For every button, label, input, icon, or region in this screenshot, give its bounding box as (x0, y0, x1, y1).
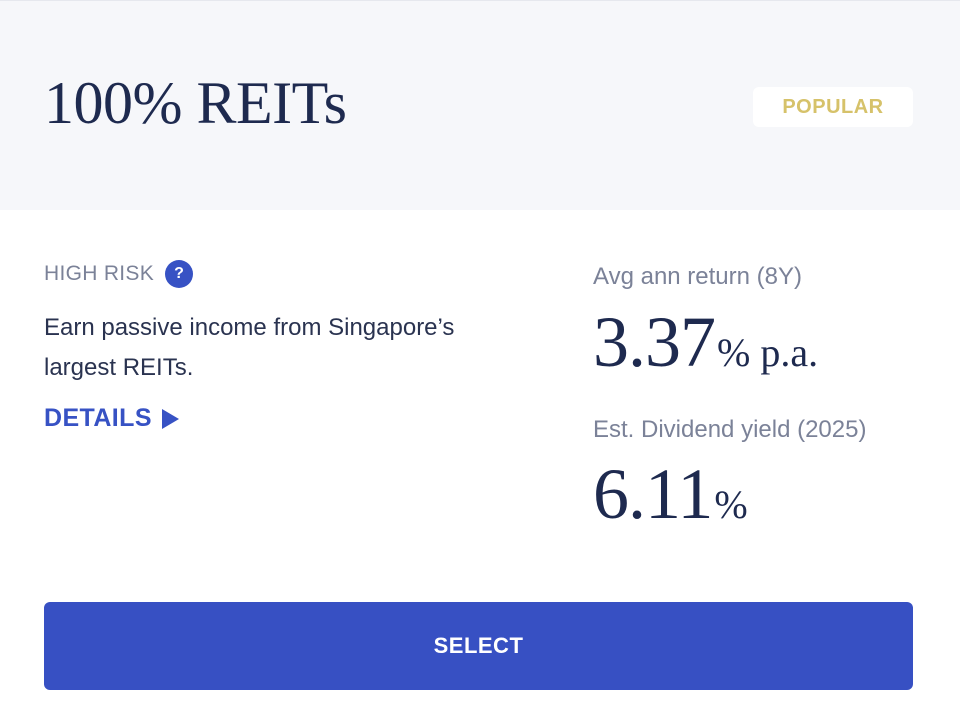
avg-return-unit: % p.a. (717, 330, 819, 375)
dividend-yield-unit: % (714, 482, 748, 527)
risk-row: HIGH RISK ? (44, 260, 194, 288)
select-button[interactable]: SELECT (44, 602, 913, 690)
avg-return-label: Avg ann return (8Y) (593, 263, 803, 290)
card-header: 100% REITs POPULAR (0, 0, 960, 210)
avg-return-number: 3.37 (593, 302, 716, 382)
risk-label: HIGH RISK (44, 262, 155, 285)
portfolio-card: 100% REITs POPULAR HIGH RISK ? Earn pass… (0, 0, 960, 707)
portfolio-title: 100% REITs (44, 70, 347, 136)
avg-return-value: 3.37% p.a. (593, 306, 818, 378)
play-icon (161, 408, 179, 429)
dividend-yield-value: 6.11% (593, 458, 748, 530)
dividend-yield-number: 6.11 (593, 454, 713, 534)
question-icon[interactable]: ? (165, 260, 194, 288)
details-link[interactable]: DETAILS (44, 404, 179, 433)
popular-badge: POPULAR (753, 87, 913, 127)
portfolio-description: Earn passive income from Singapore’s lar… (44, 314, 455, 381)
dividend-yield-label: Est. Dividend yield (2025) (593, 416, 867, 443)
details-label: DETAILS (44, 404, 152, 432)
